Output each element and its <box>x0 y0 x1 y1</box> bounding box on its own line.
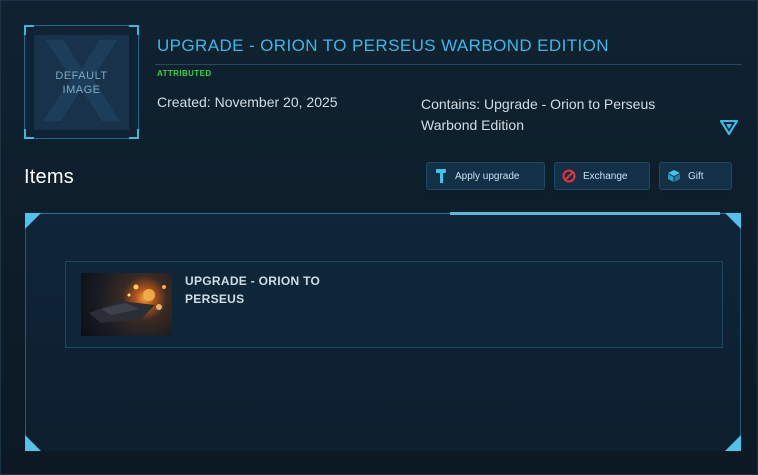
placeholder-text-line: IMAGE <box>62 84 101 96</box>
gift-box-icon <box>660 163 688 189</box>
panel-left-border <box>25 214 26 451</box>
placeholder-text: DEFAULT IMAGE <box>34 69 129 97</box>
items-heading: Items <box>24 166 74 188</box>
apply-upgrade-label: Apply upgrade <box>455 170 520 182</box>
exchange-label: Exchange <box>583 170 628 182</box>
thumbnail-corner <box>129 25 139 35</box>
thumbnail-corner <box>129 129 139 139</box>
panel-right-border <box>740 214 741 451</box>
gift-button[interactable]: Gift <box>659 162 732 190</box>
title-divider <box>155 64 742 65</box>
ship-thumbnail-image <box>81 273 172 336</box>
default-image-placeholder: X DEFAULT IMAGE <box>34 35 129 130</box>
item-name: UPGRADE - ORION TO PERSEUS <box>185 274 321 306</box>
no-entry-icon <box>555 163 583 189</box>
contains-text: Contains: Upgrade - Orion to Perseus War… <box>421 96 656 133</box>
apply-upgrade-button[interactable]: Apply upgrade <box>426 162 545 190</box>
panel-corner-bottom-left <box>25 435 41 451</box>
panel-corner-top-right <box>725 213 741 229</box>
exchange-button[interactable]: Exchange <box>554 162 650 190</box>
thumbnail-corner <box>24 129 34 139</box>
pledge-title[interactable]: UPGRADE - ORION TO PERSEUS WARBOND EDITI… <box>157 36 609 56</box>
panel-top-highlight <box>450 212 720 215</box>
item-card[interactable]: UPGRADE - ORION TO PERSEUS <box>65 261 723 348</box>
hammer-icon <box>427 163 455 189</box>
attributed-badge: ATTRIBUTED <box>157 69 212 78</box>
thumbnail-corner <box>24 25 34 35</box>
pledge-thumbnail: X DEFAULT IMAGE <box>24 25 139 139</box>
gift-label: Gift <box>688 170 704 182</box>
created-date: Created: November 20, 2025 <box>157 94 338 110</box>
panel-corner-top-left <box>25 213 41 229</box>
panel-corner-bottom-right <box>725 435 741 451</box>
placeholder-text-line: DEFAULT <box>55 70 108 82</box>
expand-toggle-icon[interactable] <box>719 119 739 136</box>
